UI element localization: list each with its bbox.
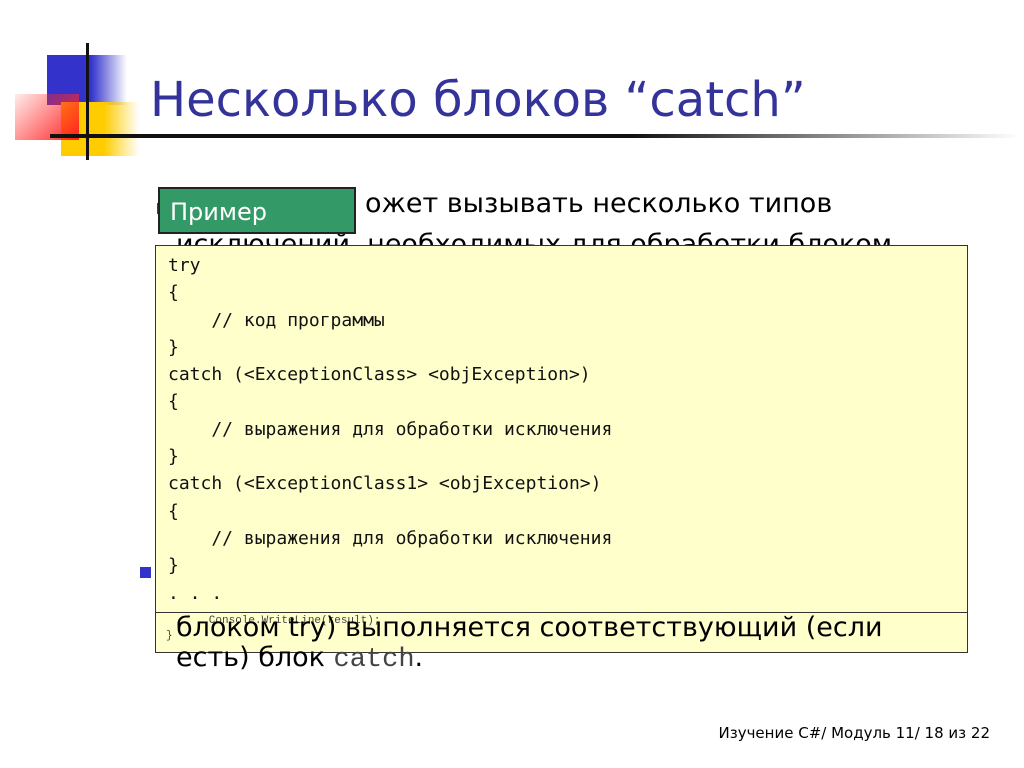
code-line: try [168,255,201,276]
code-line: // код программы [168,309,385,331]
code-block: try { // код программы} catch (<ExceptionC… [168,252,612,607]
code-line: } [168,446,179,468]
bullet-1-line-1: ожет вызывать несколько типов [365,188,833,219]
code-keyword: catch [333,645,415,675]
code-line: catch (<ExceptionClass1> <objException>) [168,473,602,495]
title-underline [50,134,1020,138]
code-line: // выражения для обработки исключения [168,527,613,549]
bullet-3-line-2: есть) блок catch. [176,642,423,675]
text: . [414,642,424,673]
code-line: } [168,336,179,358]
code-line: } [168,555,179,577]
code-line: { [168,282,179,304]
bullet-3-line-1: блоком try) выполняется соответствующий … [176,612,883,643]
code-line: { [168,500,179,522]
logo-vertical-line [86,43,89,160]
slide-footer: Изучение C#/ Модуль 11/ 18 из 22 [718,724,991,742]
code-line: // выражения для обработки исключения [168,418,613,440]
code-line: . . . [168,582,223,604]
slide-title: Несколько блоков “catch” [150,72,806,128]
text: есть) блок [176,642,334,673]
code-line: } [166,630,173,642]
example-label: Пример [158,187,356,234]
bullet-marker [140,567,151,578]
code-line: { [168,391,179,413]
code-example-box: try { // код программы} catch (<ExceptionC… [155,245,968,613]
code-line: catch (<ExceptionClass> <objException>) [168,364,591,386]
